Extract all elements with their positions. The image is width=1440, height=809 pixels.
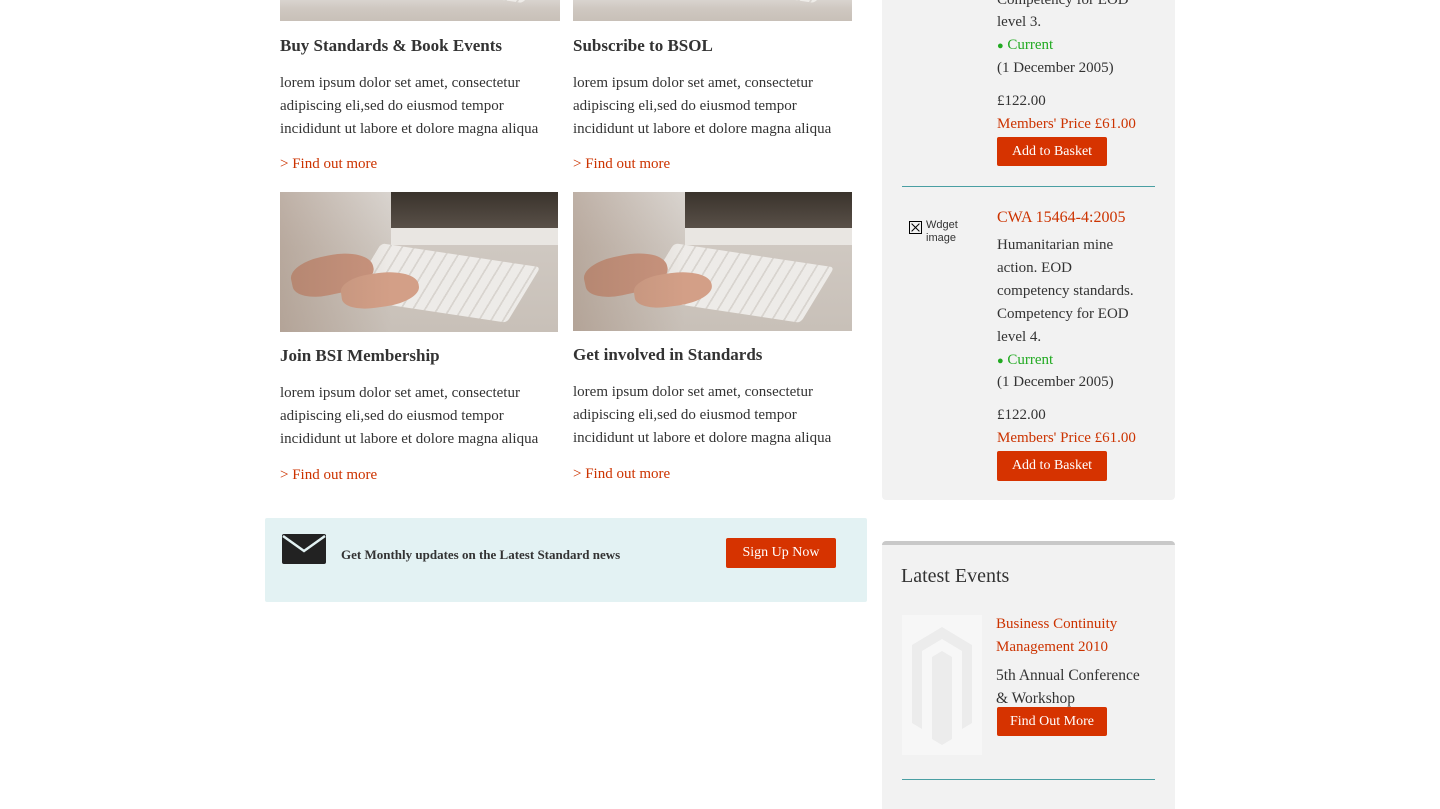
card-subscribe-bsol: Subscribe to BSOL lorem ipsum dolor set … — [573, 0, 852, 180]
product-date: (1 December 2005) — [997, 60, 1114, 76]
card-image — [573, 192, 852, 331]
divider — [902, 779, 1155, 780]
card-title: Join BSI Membership — [280, 346, 440, 365]
broken-image-icon — [909, 221, 922, 234]
card-description: lorem ipsum dolor set amet, consectetur … — [280, 382, 570, 451]
find-out-more-link[interactable]: > Find out more — [573, 156, 670, 173]
alt-text: Wdget — [926, 219, 958, 231]
text-line: incididunt ut labore et dolore magna ali… — [573, 121, 832, 137]
event-description: 5th Annual Conference & Workshop — [996, 664, 1140, 710]
add-to-basket-button[interactable]: Add to Basket — [997, 451, 1107, 481]
product-price: £122.00 — [997, 93, 1046, 109]
card-buy-standards: Buy Standards & Book Events lorem ipsum … — [280, 0, 560, 180]
card-description: lorem ipsum dolor set amet, consectetur … — [573, 381, 863, 450]
find-out-more-link[interactable]: > Find out more — [573, 466, 670, 483]
alt-text: image — [926, 232, 956, 244]
members-price: Members' Price £61.00 — [997, 116, 1136, 132]
status-badge: ● Current — [997, 349, 1053, 373]
text-line: incididunt ut labore et dolore magna ali… — [280, 431, 539, 447]
text-line: lorem ipsum dolor set amet, consectetur — [280, 75, 520, 91]
widget-image-placeholder: Wdget image — [909, 219, 958, 245]
product-description: level 4. — [997, 329, 1042, 345]
divider — [902, 186, 1155, 187]
card-description: lorem ipsum dolor set amet, consectetur … — [280, 72, 570, 141]
magento-logo-icon — [912, 627, 972, 745]
product-description: Humanitarian mine — [997, 237, 1114, 253]
card-title: Subscribe to BSOL — [573, 36, 713, 55]
event-desc-line: 5th Annual Conference — [996, 667, 1140, 684]
card-image — [280, 192, 558, 332]
product-description: Competency for EOD — [997, 306, 1129, 322]
product-date: (1 December 2005) — [997, 374, 1114, 390]
add-to-basket-button[interactable]: Add to Basket — [997, 137, 1107, 166]
product-sidebar: Competency for EOD level 3. ● Current (1… — [882, 0, 1175, 500]
status-label: Current — [1007, 37, 1054, 53]
text-line: adipiscing eli,sed do eiusmod tempor — [573, 407, 797, 423]
product-description: level 3. — [997, 14, 1042, 30]
text-line: adipiscing eli,sed do eiusmod tempor — [280, 98, 504, 114]
event-desc-line: & Workshop — [996, 690, 1075, 707]
newsletter-text: Get Monthly updates on the Latest Standa… — [341, 547, 621, 562]
newsletter-signup: Get Monthly updates on the Latest Standa… — [265, 518, 867, 602]
card-title: Get involved in Standards — [573, 345, 763, 364]
text-line: incididunt ut labore et dolore magna ali… — [573, 430, 832, 446]
event-thumbnail — [902, 615, 982, 755]
card-join-membership: Join BSI Membership lorem ipsum dolor se… — [280, 192, 558, 492]
card-image — [280, 0, 560, 21]
status-dot-icon: ● — [997, 40, 1004, 52]
event-title-link[interactable]: Business Continuity Management 2010 — [996, 613, 1117, 659]
text-line: adipiscing eli,sed do eiusmod tempor — [280, 408, 504, 424]
product-price: £122.00 — [997, 407, 1046, 423]
envelope-icon — [282, 534, 326, 564]
find-out-more-link[interactable]: > Find out more — [280, 467, 377, 484]
event-title-line: Management 2010 — [996, 639, 1109, 655]
product-description: action. EOD — [997, 260, 1072, 276]
status-dot-icon: ● — [997, 355, 1004, 367]
card-description: lorem ipsum dolor set amet, consectetur … — [573, 72, 863, 141]
card-image — [573, 0, 852, 21]
text-line: incididunt ut labore et dolore magna ali… — [280, 121, 539, 137]
events-heading: Latest Events — [901, 565, 1010, 587]
text-line: lorem ipsum dolor set amet, consectetur — [280, 385, 520, 401]
sign-up-button[interactable]: Sign Up Now — [726, 538, 836, 568]
status-badge: ● Current — [997, 34, 1053, 58]
product-code-link[interactable]: CWA 15464-4:2005 — [997, 206, 1125, 229]
text-line: lorem ipsum dolor set amet, consectetur — [573, 384, 813, 400]
find-out-more-button[interactable]: Find Out More — [997, 707, 1107, 736]
card-title: Buy Standards & Book Events — [280, 36, 503, 55]
event-title-line: Business Continuity — [996, 616, 1118, 632]
members-price: Members' Price £61.00 — [997, 430, 1136, 446]
card-get-involved: Get involved in Standards lorem ipsum do… — [573, 192, 852, 492]
text-line: lorem ipsum dolor set amet, consectetur — [573, 75, 813, 91]
product-description: competency standards. — [997, 283, 1134, 299]
status-label: Current — [1007, 352, 1054, 368]
latest-events-panel: Latest Events Business Continuity Manage… — [882, 541, 1175, 809]
find-out-more-link[interactable]: > Find out more — [280, 156, 377, 173]
text-line: adipiscing eli,sed do eiusmod tempor — [573, 98, 797, 114]
